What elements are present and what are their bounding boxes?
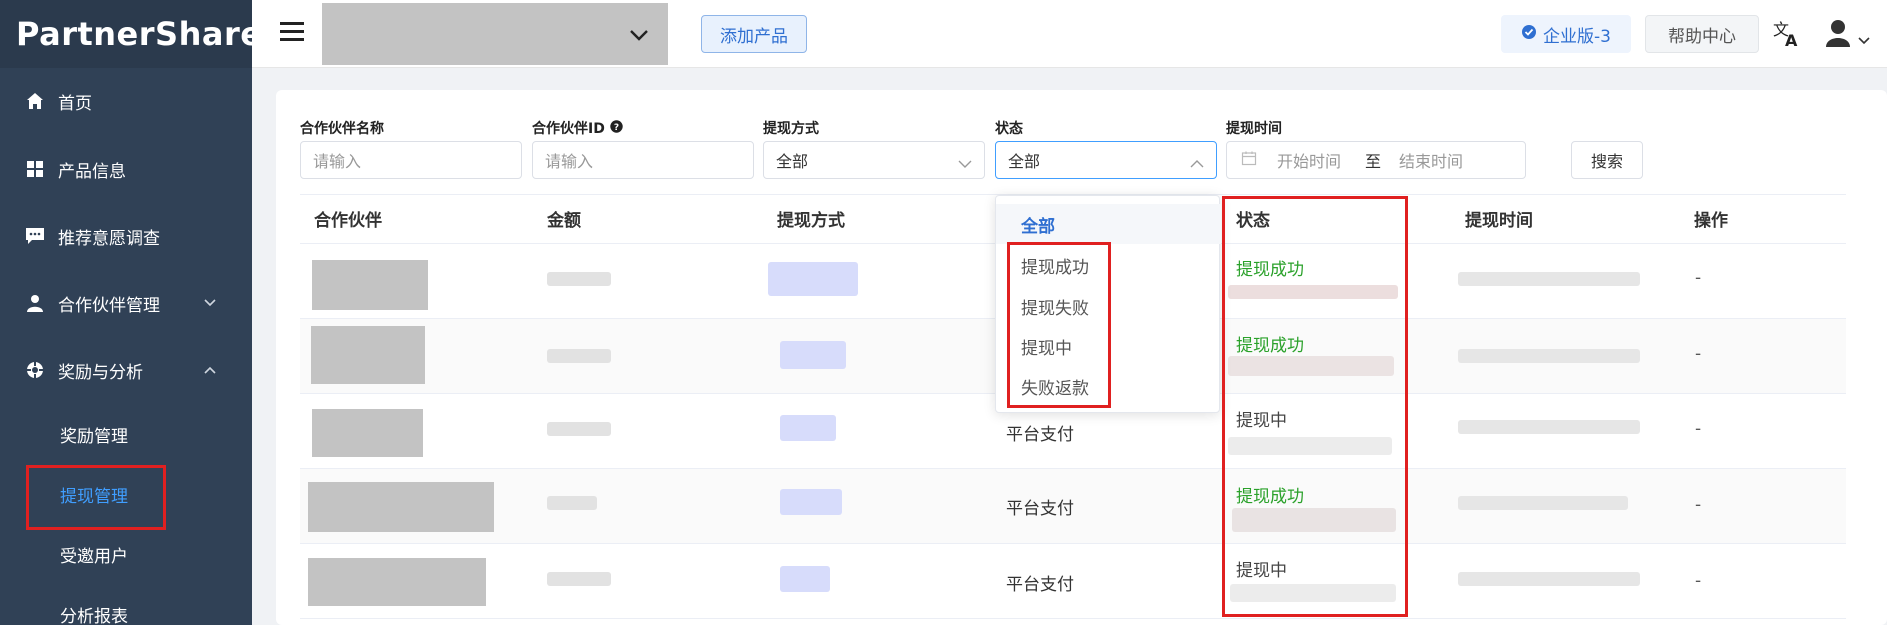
menu-toggle-icon[interactable] <box>280 22 304 44</box>
svg-text:?: ? <box>614 123 619 133</box>
check-circle-icon <box>1521 24 1537 45</box>
filter-label-partner-name: 合作伙伴名称 <box>300 121 384 137</box>
sidebar-item-survey[interactable]: 推荐意愿调查 <box>0 216 252 256</box>
home-icon <box>24 90 46 112</box>
column-header-amount: 金额 <box>547 211 581 231</box>
user-icon <box>24 292 46 314</box>
svg-text:A: A <box>1785 31 1798 48</box>
sidebar-subitem-invited-users[interactable]: 受邀用户 <box>0 534 252 574</box>
time-redacted <box>1458 496 1628 510</box>
action-cell: - <box>1695 571 1702 591</box>
time-redacted <box>1458 349 1640 363</box>
filter-label-method: 提现方式 <box>763 121 819 137</box>
partner-name-input[interactable]: 请输入 <box>300 141 522 179</box>
partner-avatar-redacted <box>312 260 428 310</box>
action-cell: - <box>1695 495 1702 515</box>
method-select[interactable]: 全部 <box>763 141 985 179</box>
sidebar-item-products[interactable]: 产品信息 <box>0 149 252 189</box>
app-logo[interactable]: PartnerShare <box>0 0 262 68</box>
calendar-icon <box>1241 150 1257 170</box>
edition-badge-button[interactable]: 企业版-3 <box>1501 15 1631 53</box>
highlight-box-dropdown <box>1007 242 1111 408</box>
amount-redacted <box>547 349 611 363</box>
time-redacted <box>1458 420 1640 434</box>
chevron-down-icon[interactable] <box>629 26 649 45</box>
amount-redacted <box>547 496 597 510</box>
method-redacted <box>780 489 842 515</box>
amount-redacted <box>547 572 611 586</box>
help-center-button[interactable]: 帮助中心 <box>1645 15 1759 53</box>
user-avatar-icon[interactable] <box>1824 18 1852 52</box>
sidebar-item-rewards[interactable]: 奖励与分析 <box>0 350 252 390</box>
add-product-button[interactable]: 添加产品 <box>701 15 807 53</box>
partner-avatar-redacted <box>311 326 425 384</box>
grid-icon <box>24 158 46 180</box>
time-redacted <box>1458 572 1640 586</box>
action-cell: - <box>1695 268 1702 288</box>
column-header-method: 提现方式 <box>777 211 845 231</box>
filter-label-time: 提现时间 <box>1226 121 1282 137</box>
method-text: 平台支付 <box>1006 499 1074 519</box>
status-select[interactable]: 全部 <box>995 141 1217 179</box>
start-time-input[interactable]: 开始时间 <box>1277 148 1341 172</box>
filter-label-partner-id-wrap: 合作伙伴ID ? <box>532 118 623 138</box>
time-redacted <box>1458 272 1640 286</box>
top-bar: 添加产品 企业版-3 帮助中心 文A <box>252 0 1887 68</box>
filter-label-status: 状态 <box>995 121 1023 137</box>
highlight-box-sidebar <box>26 465 166 530</box>
gear-icon <box>24 359 46 381</box>
chevron-down-icon[interactable] <box>1858 30 1870 49</box>
product-selector-redacted[interactable] <box>322 3 668 65</box>
method-text: 平台支付 <box>1006 575 1074 595</box>
action-cell: - <box>1695 419 1702 439</box>
chevron-up-icon <box>1190 154 1204 173</box>
column-header-actions: 操作 <box>1694 211 1728 231</box>
search-button[interactable]: 搜索 <box>1571 141 1643 179</box>
range-separator: 至 <box>1365 152 1382 171</box>
method-redacted <box>780 566 830 592</box>
dropdown-option-all[interactable]: 全部 <box>996 204 1221 244</box>
chevron-up-icon <box>204 363 216 377</box>
amount-redacted <box>547 422 611 436</box>
date-range-picker[interactable]: 开始时间 至 结束时间 <box>1226 141 1526 179</box>
column-header-partner: 合作伙伴 <box>314 211 382 231</box>
partner-avatar-redacted <box>312 409 423 457</box>
sidebar-item-partners[interactable]: 合作伙伴管理 <box>0 283 252 323</box>
partner-id-input[interactable]: 请输入 <box>532 141 754 179</box>
action-cell: - <box>1695 344 1702 364</box>
highlight-box-status-column <box>1222 196 1408 617</box>
method-text: 平台支付 <box>1006 425 1074 445</box>
filter-label-partner-id: 合作伙伴ID <box>532 121 605 137</box>
partner-avatar-redacted <box>308 482 494 532</box>
method-redacted <box>780 341 846 369</box>
help-circle-icon[interactable]: ? <box>610 119 623 137</box>
partner-avatar-redacted <box>308 558 486 606</box>
sidebar-item-home[interactable]: 首页 <box>0 81 252 121</box>
amount-redacted <box>547 272 611 286</box>
column-header-time: 提现时间 <box>1465 211 1533 231</box>
chevron-down-icon <box>958 154 972 173</box>
translate-icon[interactable]: 文A <box>1772 18 1802 52</box>
end-time-input[interactable]: 结束时间 <box>1399 148 1463 172</box>
method-redacted <box>768 262 858 296</box>
chevron-down-icon <box>204 296 216 310</box>
sidebar-subitem-reports[interactable]: 分析报表 <box>0 594 252 625</box>
logo-text: PartnerShare <box>16 15 263 53</box>
chat-icon <box>24 225 46 247</box>
method-redacted <box>780 415 836 441</box>
sidebar-subitem-reward-mgmt[interactable]: 奖励管理 <box>0 414 252 454</box>
sidebar: PartnerShare 首页 产品信息 推荐意愿调查 合作伙伴管理 奖励与分析 <box>0 0 262 625</box>
